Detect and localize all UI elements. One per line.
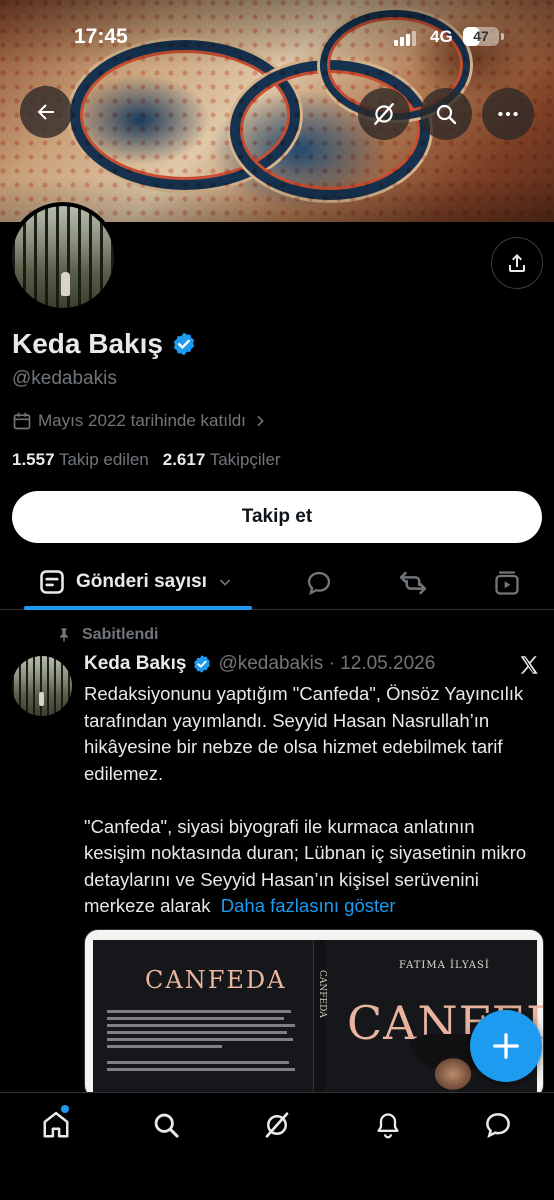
notifications-icon [377,1113,399,1139]
media-icon [495,571,519,595]
grok-button[interactable] [358,88,410,140]
pin-icon [60,628,68,642]
avatar-figure [39,692,44,706]
follow-button[interactable]: Takip et [12,491,542,543]
post-avatar[interactable] [12,656,72,716]
battery-icon: 47 [463,27,499,46]
more-icon [498,111,518,117]
reposts-icon [399,571,427,595]
tab-replies[interactable] [304,568,334,598]
verified-badge-icon [194,655,211,673]
search-button[interactable] [420,88,472,140]
nav-notifications[interactable] [372,1109,404,1141]
tab-posts-label: Gönderi sayısı [76,571,207,592]
profile-handle: @kedabakis [12,368,117,389]
profile-avatar[interactable] [8,202,118,312]
back-arrow-icon [37,104,54,120]
nav-grok[interactable] [261,1109,293,1141]
tab-posts[interactable]: Gönderi sayısı [38,568,233,596]
chevron-down-icon [219,579,231,586]
replies-icon [307,571,331,596]
status-bar: 17:45 4G 47 [0,22,554,54]
more-button[interactable] [482,88,534,140]
profile-name-text: Keda Bakış [12,328,163,359]
book-spine-title: CANFEDA [317,970,327,1018]
book-author: FATIMA İLYASİ [399,960,490,971]
nav-home[interactable] [40,1109,72,1141]
post-paragraph: "Canfeda", siyasi biyografi ile kurmaca … [84,814,534,920]
bottom-nav [0,1092,554,1200]
battery-percent: 47 [473,28,489,44]
home-icon [43,1111,69,1138]
search-icon [436,104,457,125]
grok-icon [374,103,394,125]
show-more-link[interactable]: Daha fazlasını göster [221,895,396,916]
tab-media[interactable] [492,568,522,598]
join-date[interactable]: Mayıs 2022 tarihinde katıldı [12,411,268,431]
compose-button[interactable] [470,1010,542,1082]
plus-icon [493,1033,519,1059]
x-logo-icon[interactable] [518,654,540,676]
notification-dot [61,1105,69,1113]
profile-name: Keda Bakış [12,328,197,360]
followers-link[interactable]: 2.617 Takipçiler [163,450,281,469]
pinned-label: Sabitlendi [56,626,158,644]
profile-tabs: Gönderi sayısı [0,556,554,610]
post-image[interactable]: CANFEDA CANFEDA FATIMA İLYASİ CANFEDA [84,929,544,1099]
book-back-title: CANFEDA [145,966,287,994]
network-type: 4G [430,27,453,46]
post-author[interactable]: Keda Bakış [84,653,186,675]
signal-icon [394,30,418,46]
active-tab-indicator [24,606,252,610]
post-handle-date[interactable]: @kedabakis · 12.05.2026 [218,653,435,675]
chevron-right-icon [257,415,264,427]
calendar-icon [13,412,31,430]
back-button[interactable] [20,86,72,138]
followers-count: 2.617 [162,450,206,469]
share-icon [509,254,525,272]
book-back-text [107,1010,299,1075]
book-spine [313,940,325,1098]
share-button[interactable] [491,237,543,289]
post-header: Keda Bakış @kedabakis · 12.05.2026 [84,653,435,675]
post-body[interactable]: Redaksiyonunu yaptığım "Canfeda", Önsöz … [84,681,534,920]
verified-badge-icon[interactable] [171,331,197,357]
posts-icon [40,570,64,594]
following-count: 1.557 [12,450,55,469]
status-time: 17:45 [74,25,128,48]
avatar-figure [61,272,70,296]
following-link[interactable]: 1.557 Takip edilen [12,450,149,469]
followers-label: Takipçiler [209,450,281,469]
follow-counts: 1.557 Takip edilen 2.617 Takipçiler [12,450,281,470]
post-paragraph: Redaksiyonunu yaptığım "Canfeda", Önsöz … [84,683,524,784]
pinned-text: Sabitlendi [82,626,159,643]
nav-messages[interactable] [482,1109,514,1141]
search-icon [154,1113,179,1138]
join-date-text: Mayıs 2022 tarihinde katıldı [38,411,246,430]
nav-search[interactable] [150,1109,182,1141]
grok-icon [265,1112,289,1138]
battery-nub [501,33,504,40]
tab-reposts[interactable] [398,568,428,598]
following-label: Takip edilen [58,450,149,469]
messages-icon [486,1113,510,1138]
